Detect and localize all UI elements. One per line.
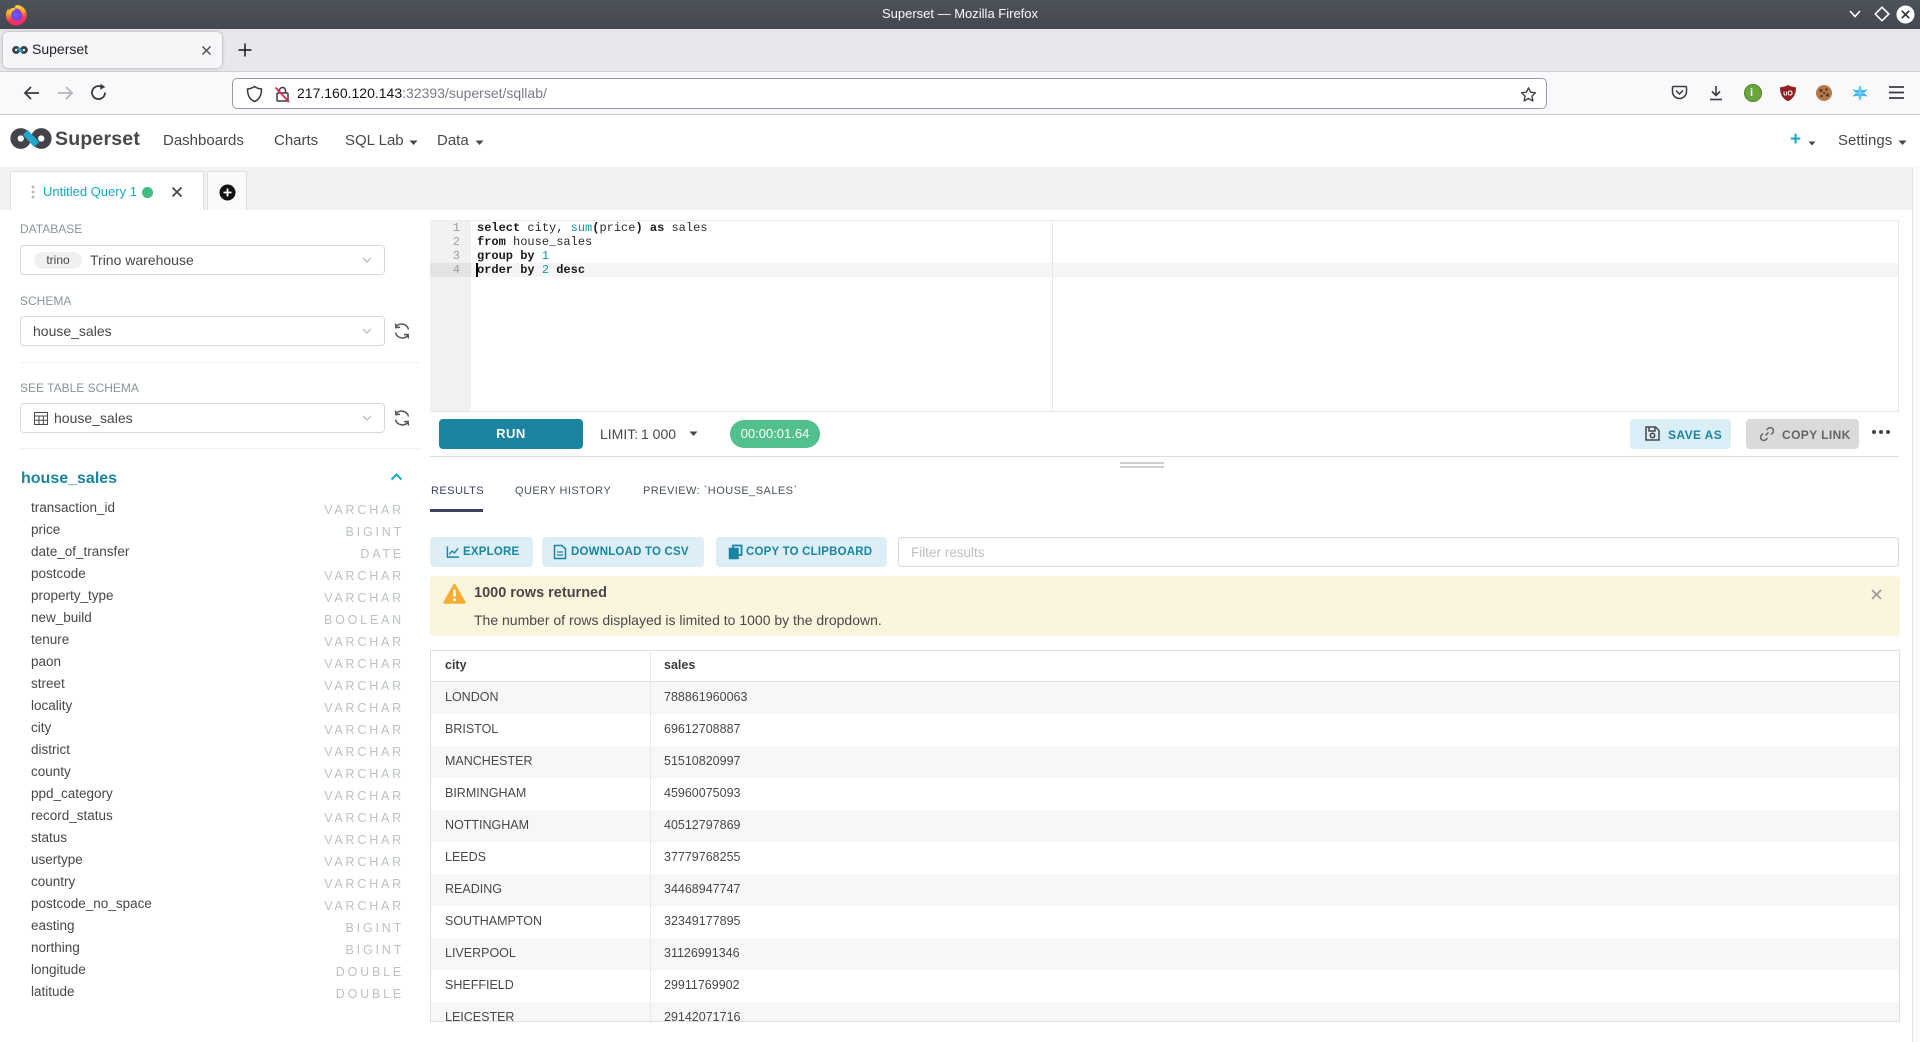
- svg-text:uO: uO: [1783, 91, 1793, 98]
